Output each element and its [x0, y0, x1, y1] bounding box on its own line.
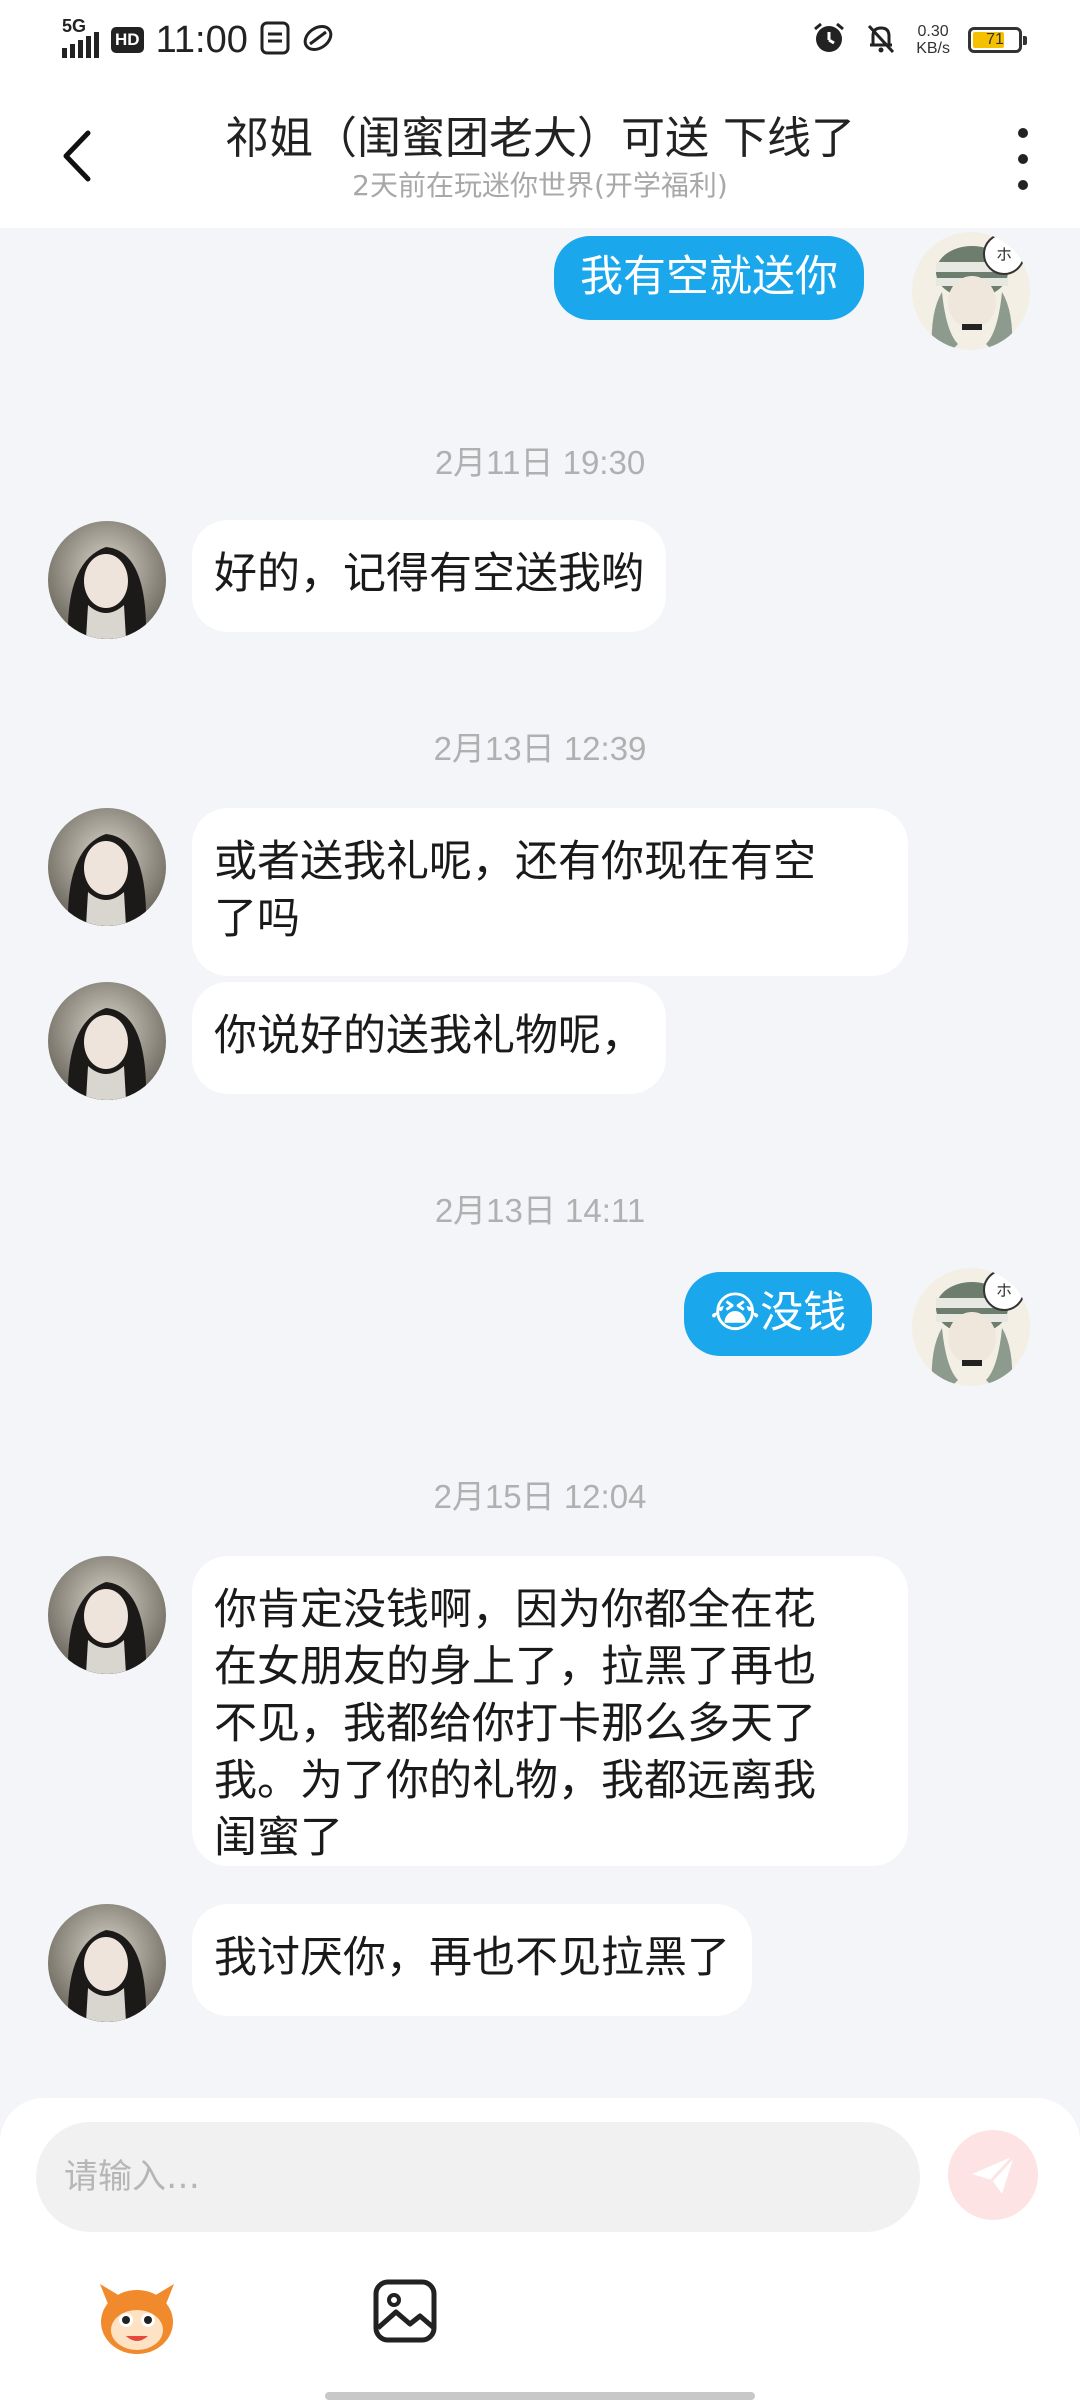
- message-timestamp: 2月11日 19:30: [434, 444, 646, 481]
- more-dot: [1018, 154, 1028, 164]
- chat-header: 祁姐（闺蜜团老大）可送 下线了 2天前在玩迷你世界(开学福利): [0, 80, 1080, 228]
- message-text-line: 不见，我都给你打卡那么多天了: [214, 1699, 816, 1749]
- message-text-line: 了吗: [214, 894, 300, 944]
- svg-text:ホ: ホ: [996, 1281, 1012, 1300]
- contact-status: 2天前在玩迷你世界(开学福利): [352, 169, 728, 202]
- status-bar: 5G HD 11:00 0.30 KB/s 71: [0, 0, 1080, 80]
- status-time: 11:00: [155, 18, 248, 61]
- sim-card-icon: [260, 21, 290, 59]
- message-text-line: 你肯定没钱啊，因为你都全在花: [214, 1585, 816, 1635]
- message-text: 好的，记得有空送我哟: [214, 549, 644, 599]
- battery-icon: 71: [968, 27, 1027, 53]
- message-text-line: 我。为了你的礼物，我都远离我: [214, 1756, 816, 1806]
- contact-avatar[interactable]: [48, 1904, 166, 2022]
- mute-bell-icon: [864, 21, 898, 59]
- svg-text:ホ: ホ: [996, 245, 1012, 264]
- outgoing-message[interactable]: 😭没钱: [684, 1272, 873, 1356]
- message-text: 我讨厌你，再也不见拉黑了: [214, 1933, 730, 1983]
- network-speed-unit: KB/s: [916, 40, 950, 57]
- my-avatar[interactable]: ホ: [912, 1268, 1030, 1386]
- contact-avatar[interactable]: [48, 808, 166, 926]
- message-input-wrapper[interactable]: [36, 2122, 920, 2232]
- send-button[interactable]: [948, 2130, 1038, 2220]
- incoming-message[interactable]: 你说好的送我礼物呢，: [192, 982, 666, 1094]
- message-list[interactable]: 我有空就送你 ホ 2月11日 19:30 好的，记得有空送我哟 2月13日 12…: [0, 228, 1080, 2098]
- crying-face-emoji: 😭: [710, 1288, 761, 1338]
- hd-badge: HD: [111, 27, 144, 53]
- image-picker-button[interactable]: [372, 2278, 438, 2344]
- incoming-message[interactable]: 或者送我礼呢，还有你现在有空 了吗: [192, 808, 908, 976]
- message-timestamp: 2月13日 12:39: [433, 730, 647, 767]
- message-input[interactable]: [36, 2122, 920, 2232]
- battery-level: 71: [986, 31, 1004, 48]
- contact-avatar[interactable]: [48, 1556, 166, 1674]
- contact-name: 祁姐（闺蜜团老大）可送 下线了: [225, 113, 855, 164]
- message-timestamp: 2月13日 14:11: [434, 1192, 646, 1229]
- message-text: 我有空就送你: [580, 252, 838, 302]
- signal-icon: 5G: [62, 16, 99, 58]
- message-text-line: 或者送我礼呢，还有你现在有空: [214, 837, 816, 887]
- more-dot: [1018, 180, 1028, 190]
- emoji-mascot-icon[interactable]: [94, 2276, 180, 2362]
- back-button[interactable]: [60, 116, 130, 196]
- image-icon: [373, 2279, 437, 2343]
- message-text-line: 在女朋友的身上了，拉黑了再也: [214, 1642, 816, 1692]
- contact-avatar[interactable]: [48, 521, 166, 639]
- message-text: 没钱: [760, 1288, 847, 1338]
- message-timestamp: 2月15日 12:04: [433, 1478, 647, 1515]
- send-icon: [972, 2154, 1016, 2194]
- outgoing-message[interactable]: 我有空就送你: [554, 236, 864, 320]
- incoming-message[interactable]: 我讨厌你，再也不见拉黑了: [192, 1904, 752, 2016]
- app-notification-icon: [302, 22, 334, 58]
- back-chevron-icon: [63, 130, 91, 182]
- status-left: 5G HD 11:00: [62, 16, 334, 62]
- status-right: 0.30 KB/s 71: [812, 18, 1027, 62]
- more-options-button[interactable]: [998, 124, 1048, 194]
- message-text-line: 闺蜜了: [214, 1813, 343, 1863]
- composer-bar: [0, 2098, 1080, 2408]
- message-text: 你说好的送我礼物呢，: [214, 1011, 644, 1061]
- incoming-message[interactable]: 你肯定没钱啊，因为你都全在花 在女朋友的身上了，拉黑了再也 不见，我都给你打卡那…: [192, 1556, 908, 1866]
- network-speed-value: 0.30: [917, 23, 949, 40]
- alarm-icon: [812, 21, 846, 59]
- more-vertical-icon: [1018, 128, 1028, 138]
- my-avatar[interactable]: ホ: [912, 232, 1030, 350]
- home-indicator[interactable]: [325, 2392, 755, 2400]
- contact-avatar[interactable]: [48, 982, 166, 1100]
- incoming-message[interactable]: 好的，记得有空送我哟: [192, 520, 666, 632]
- network-speed: 0.30 KB/s: [916, 23, 950, 57]
